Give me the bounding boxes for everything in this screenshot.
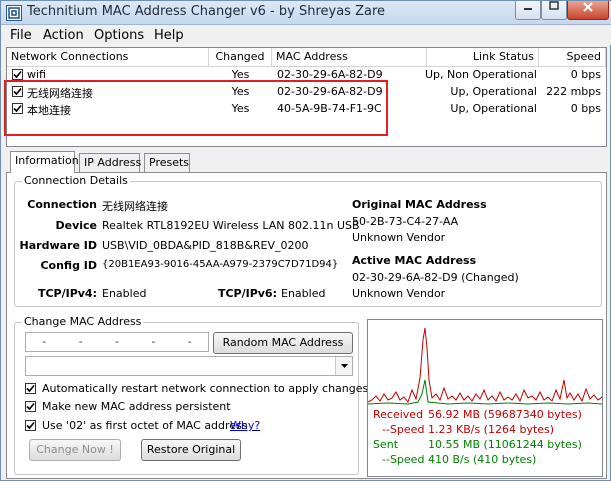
header-connections[interactable]: Network Connections <box>7 48 209 67</box>
received-speed-value: 1.23 KB/s (1264 bytes) <box>428 423 555 436</box>
tcp-ipv6-value: Enabled <box>281 287 326 300</box>
use-02-checkbox[interactable] <box>25 420 36 431</box>
persistent-checkbox[interactable] <box>25 401 36 412</box>
tcp-ipv4-label: TCP/IPv4: <box>37 287 97 300</box>
dropdown-button[interactable] <box>335 357 352 375</box>
close-button[interactable] <box>567 1 609 20</box>
received-speed-label: --Speed <box>382 423 425 436</box>
sent-speed-value: 410 B/s (410 bytes) <box>428 453 537 466</box>
minimize-button[interactable] <box>515 1 541 20</box>
active-vendor: Unknown Vendor <box>352 287 446 300</box>
menu-action[interactable]: Action <box>43 28 84 43</box>
window-title: Technitium MAC Address Changer v6 - by S… <box>27 4 385 19</box>
original-vendor: Unknown Vendor <box>352 231 446 244</box>
tab-ip-address[interactable]: IP Address <box>79 153 141 172</box>
connection-details-title: Connection Details <box>22 174 130 187</box>
speed-cell: 222 mbps <box>546 85 601 98</box>
received-label: Received <box>373 408 424 421</box>
traffic-chart <box>368 327 602 405</box>
random-mac-button[interactable]: Random MAC Address <box>213 332 353 354</box>
maximize-button[interactable] <box>541 1 567 20</box>
why-link[interactable]: Why? <box>230 419 260 432</box>
check-icon <box>13 70 22 79</box>
original-mac-value: 50-2B-73-C4-27-AA <box>352 215 459 228</box>
active-mac-title: Active MAC Address <box>352 254 477 267</box>
highlight-annotation <box>4 80 388 136</box>
hardware-id-value: USB\VID_0BDA&PID_818B&REV_0200 <box>102 239 309 252</box>
minimize-icon <box>524 8 532 10</box>
sent-label: Sent <box>373 438 399 451</box>
header-link-status[interactable]: Link Status <box>427 48 539 67</box>
link-status-cell: Up, Non Operational <box>425 68 537 81</box>
speed-cell: 0 bps <box>570 102 601 115</box>
tab-information[interactable]: Information <box>10 151 79 173</box>
speed-cell: 0 bps <box>570 68 601 81</box>
main-window: Technitium MAC Address Changer v6 - by S… <box>0 0 611 481</box>
sent-speed-label: --Speed <box>382 453 425 466</box>
connection-label: Connection <box>27 198 97 211</box>
change-now-button[interactable]: Change Now ! <box>29 439 121 461</box>
received-line <box>368 327 602 404</box>
connection-details-group: Connection Details Connection 无线网络连接 Dev… <box>14 174 602 307</box>
check-icon <box>26 384 35 393</box>
title-bar[interactable]: Technitium MAC Address Changer v6 - by S… <box>1 1 611 25</box>
menu-help[interactable]: Help <box>154 28 184 43</box>
change-mac-title: Change MAC Address <box>22 315 144 328</box>
check-icon <box>26 421 35 430</box>
close-icon <box>583 2 593 12</box>
restore-original-button[interactable]: Restore Original <box>141 439 241 461</box>
hardware-id-label: Hardware ID <box>19 239 97 252</box>
row-checkbox[interactable] <box>12 69 23 80</box>
sent-value: 10.55 MB (11061244 bytes) <box>428 438 582 451</box>
mac-address-input[interactable]: ----- <box>25 332 209 352</box>
app-icon <box>6 5 22 21</box>
vendor-select[interactable] <box>25 356 353 376</box>
header-changed[interactable]: Changed <box>209 48 272 67</box>
menu-file[interactable]: File <box>10 28 32 43</box>
connection-value: 无线网络连接 <box>102 200 168 213</box>
original-mac-title: Original MAC Address <box>352 198 487 211</box>
header-mac[interactable]: MAC Address <box>272 48 427 67</box>
active-mac-value: 02-30-29-6A-82-D9 (Changed) <box>352 271 519 284</box>
chevron-down-icon <box>341 364 348 368</box>
device-value: Realtek RTL8192EU Wireless LAN 802.11n U… <box>102 219 360 232</box>
link-status-cell: Up, Operational <box>450 102 537 115</box>
header-speed[interactable]: Speed <box>539 48 606 67</box>
change-mac-group: Change MAC Address ----- Random MAC Addr… <box>14 315 368 475</box>
auto-restart-checkbox[interactable] <box>25 383 36 394</box>
check-icon <box>26 402 35 411</box>
tcp-ipv4-value: Enabled <box>102 287 147 300</box>
config-id-value: {20B1EA93-9016-45AA-A979-2379C7D71D94} <box>102 259 339 270</box>
device-label: Device <box>55 219 97 232</box>
tcp-ipv6-label: TCP/IPv6: <box>217 287 277 300</box>
maximize-icon <box>549 1 559 10</box>
auto-restart-label[interactable]: Automatically restart network connection… <box>42 382 368 395</box>
menu-options[interactable]: Options <box>94 28 144 43</box>
persistent-label[interactable]: Make new MAC address persistent <box>42 400 231 413</box>
received-value: 56.92 MB (59687340 bytes) <box>428 408 582 421</box>
tab-presets[interactable]: Presets <box>144 153 190 172</box>
use-02-label[interactable]: Use '02' as first octet of MAC address <box>42 419 248 432</box>
traffic-graph: Received 56.92 MB (59687340 bytes) --Spe… <box>367 319 603 477</box>
link-status-cell: Up, Operational <box>450 85 537 98</box>
menu-bar: File Action Options Help <box>1 25 611 45</box>
config-id-label: Config ID <box>40 259 97 272</box>
